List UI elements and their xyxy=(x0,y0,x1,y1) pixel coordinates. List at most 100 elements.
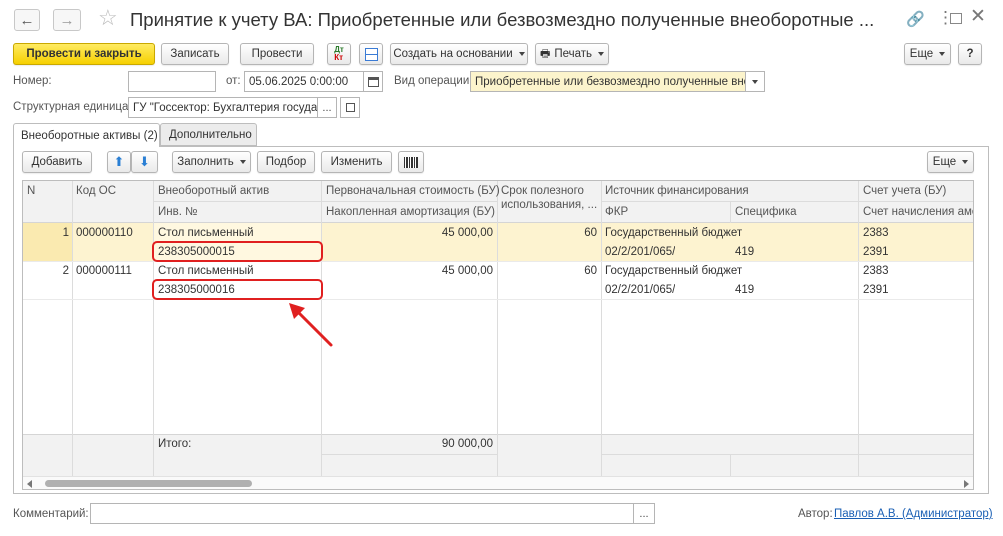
unit-field[interactable]: ГУ "Госсектор: Бухгалтерия государ xyxy=(128,97,318,118)
cell-n: 2 xyxy=(62,265,69,277)
help-button[interactable]: ? xyxy=(958,43,982,65)
cell-fkr: 02/2/201/065/ xyxy=(605,284,676,296)
post-and-close-button[interactable]: Провести и закрыть xyxy=(13,43,155,65)
author-link[interactable]: Павлов А.В. (Администратор) xyxy=(834,508,993,520)
arrow-down-icon: ⬇ xyxy=(139,154,150,169)
date-field[interactable]: 05.06.2025 0:00:00 xyxy=(244,71,364,92)
dt-kt-button[interactable]: Дт Кт xyxy=(327,43,351,65)
move-down-button[interactable]: ⬇ xyxy=(131,151,158,173)
header-spec[interactable]: Специфика xyxy=(735,206,797,218)
chevron-down-icon xyxy=(752,79,758,84)
chevron-down-icon xyxy=(518,52,525,56)
number-label: Номер: xyxy=(13,75,52,87)
save-button[interactable]: Записать xyxy=(161,43,229,65)
maximize-icon[interactable] xyxy=(950,13,962,24)
select-button[interactable]: Подбор xyxy=(257,151,315,173)
cell-source: Государственный бюджет xyxy=(605,265,743,277)
header-fkr[interactable]: ФКР xyxy=(605,206,628,218)
link-icon[interactable]: 🔗 xyxy=(906,10,925,28)
header-inv[interactable]: Инв. № xyxy=(158,206,197,218)
horizontal-scrollbar[interactable] xyxy=(23,476,973,489)
total-label: Итого: xyxy=(158,438,192,450)
forward-button[interactable]: → xyxy=(53,9,81,31)
comment-field[interactable] xyxy=(90,503,634,524)
create-based-on-button[interactable]: Создать на основании xyxy=(390,43,528,65)
calendar-button[interactable] xyxy=(363,71,383,92)
close-icon[interactable]: ✕ xyxy=(970,5,986,28)
header-life[interactable]: Срок полезного xyxy=(501,185,584,197)
back-button[interactable]: ← xyxy=(14,9,40,31)
debit-credit-icon: Дт Кт xyxy=(334,45,344,62)
document-structure-icon xyxy=(364,47,378,61)
cell-account: 2383 xyxy=(863,265,889,277)
change-button[interactable]: Изменить xyxy=(321,151,392,173)
header-source[interactable]: Источник финансирования xyxy=(605,185,749,197)
fill-button[interactable]: Заполнить xyxy=(172,151,251,173)
scroll-right-icon[interactable] xyxy=(964,480,969,488)
post-button[interactable]: Провести xyxy=(240,43,314,65)
unit-open-button[interactable] xyxy=(340,97,360,118)
open-icon xyxy=(345,103,355,112)
printer-icon: 🖶 xyxy=(539,47,551,60)
cell-fkr: 02/2/201/065/ xyxy=(605,246,676,258)
author-label: Автор: xyxy=(798,508,833,520)
header-code[interactable]: Код ОС xyxy=(76,185,116,197)
header-depr[interactable]: Накопленная амортизация (БУ) xyxy=(326,206,495,218)
unit-select-button[interactable]: ... xyxy=(317,97,337,118)
header-n[interactable]: N xyxy=(27,185,35,197)
table-more-button[interactable]: Еще xyxy=(927,151,974,173)
header-asset[interactable]: Внеоборотный актив xyxy=(158,185,269,197)
cell-cost: 45 000,00 xyxy=(441,227,493,239)
chevron-down-icon xyxy=(598,52,605,56)
operation-label: Вид операции: xyxy=(394,75,473,87)
unit-label: Структурная единица: xyxy=(13,101,132,113)
cell-spec: 419 xyxy=(735,246,755,258)
cell-n: 1 xyxy=(62,227,69,239)
chevron-down-icon xyxy=(239,160,246,164)
cell-asset: Стол письменный xyxy=(158,265,254,277)
cell-life: 60 xyxy=(584,265,597,277)
window-title: Принятие к учету ВА: Приобретенные или б… xyxy=(130,9,875,30)
cell-account-depr: 2391 xyxy=(863,284,889,296)
comment-edit-button[interactable]: ... xyxy=(633,503,655,524)
cell-account: 2383 xyxy=(863,227,889,239)
highlight-box xyxy=(152,279,323,300)
annotation-arrow-icon xyxy=(289,303,333,347)
cell-asset: Стол письменный xyxy=(158,227,254,239)
add-button[interactable]: Добавить xyxy=(22,151,92,173)
print-button[interactable]: 🖶 Печать xyxy=(535,43,609,65)
header-life-2: использования, ... xyxy=(501,199,598,211)
cell-code: 000000110 xyxy=(76,227,133,239)
date-label: от: xyxy=(226,75,241,87)
more-button[interactable]: Еще xyxy=(904,43,951,65)
tab-fixed-assets[interactable]: Внеоборотные активы (2) xyxy=(13,123,160,147)
arrow-right-icon: → xyxy=(59,11,75,29)
cell-cost: 45 000,00 xyxy=(441,265,493,277)
scrollbar-thumb[interactable] xyxy=(45,480,252,487)
cell-source: Государственный бюджет xyxy=(605,227,743,239)
total-value: 90 000,00 xyxy=(441,438,493,450)
number-field[interactable] xyxy=(128,71,216,92)
calendar-icon xyxy=(367,76,379,87)
operation-dropdown-button[interactable] xyxy=(745,71,765,92)
operation-select[interactable]: Приобретенные или безвозмездно полученны… xyxy=(470,71,746,92)
header-account[interactable]: Счет учета (БУ) xyxy=(863,185,946,197)
cell-account-depr: 2391 xyxy=(863,246,889,258)
arrow-left-icon: ← xyxy=(19,11,35,29)
cell-spec: 419 xyxy=(735,284,755,296)
table: N Код ОС Внеоборотный актив Инв. № Перво… xyxy=(22,180,974,490)
favorite-star-icon[interactable]: ☆ xyxy=(98,5,118,31)
tab-additional[interactable]: Дополнительно xyxy=(160,123,257,146)
header-cost[interactable]: Первоначальная стоимость (БУ) xyxy=(326,185,500,197)
scroll-left-icon[interactable] xyxy=(27,480,32,488)
move-up-button[interactable]: ⬆ xyxy=(107,151,131,173)
chevron-down-icon xyxy=(939,52,946,56)
barcode-button[interactable] xyxy=(398,151,424,173)
cell-code: 000000111 xyxy=(76,265,132,277)
chevron-down-icon xyxy=(962,160,969,164)
highlight-box xyxy=(152,241,323,262)
structure-button[interactable] xyxy=(359,43,383,65)
barcode-icon xyxy=(404,156,418,168)
comment-label: Комментарий: xyxy=(13,508,89,520)
header-account-depr[interactable]: Счет начисления амор xyxy=(863,206,973,218)
